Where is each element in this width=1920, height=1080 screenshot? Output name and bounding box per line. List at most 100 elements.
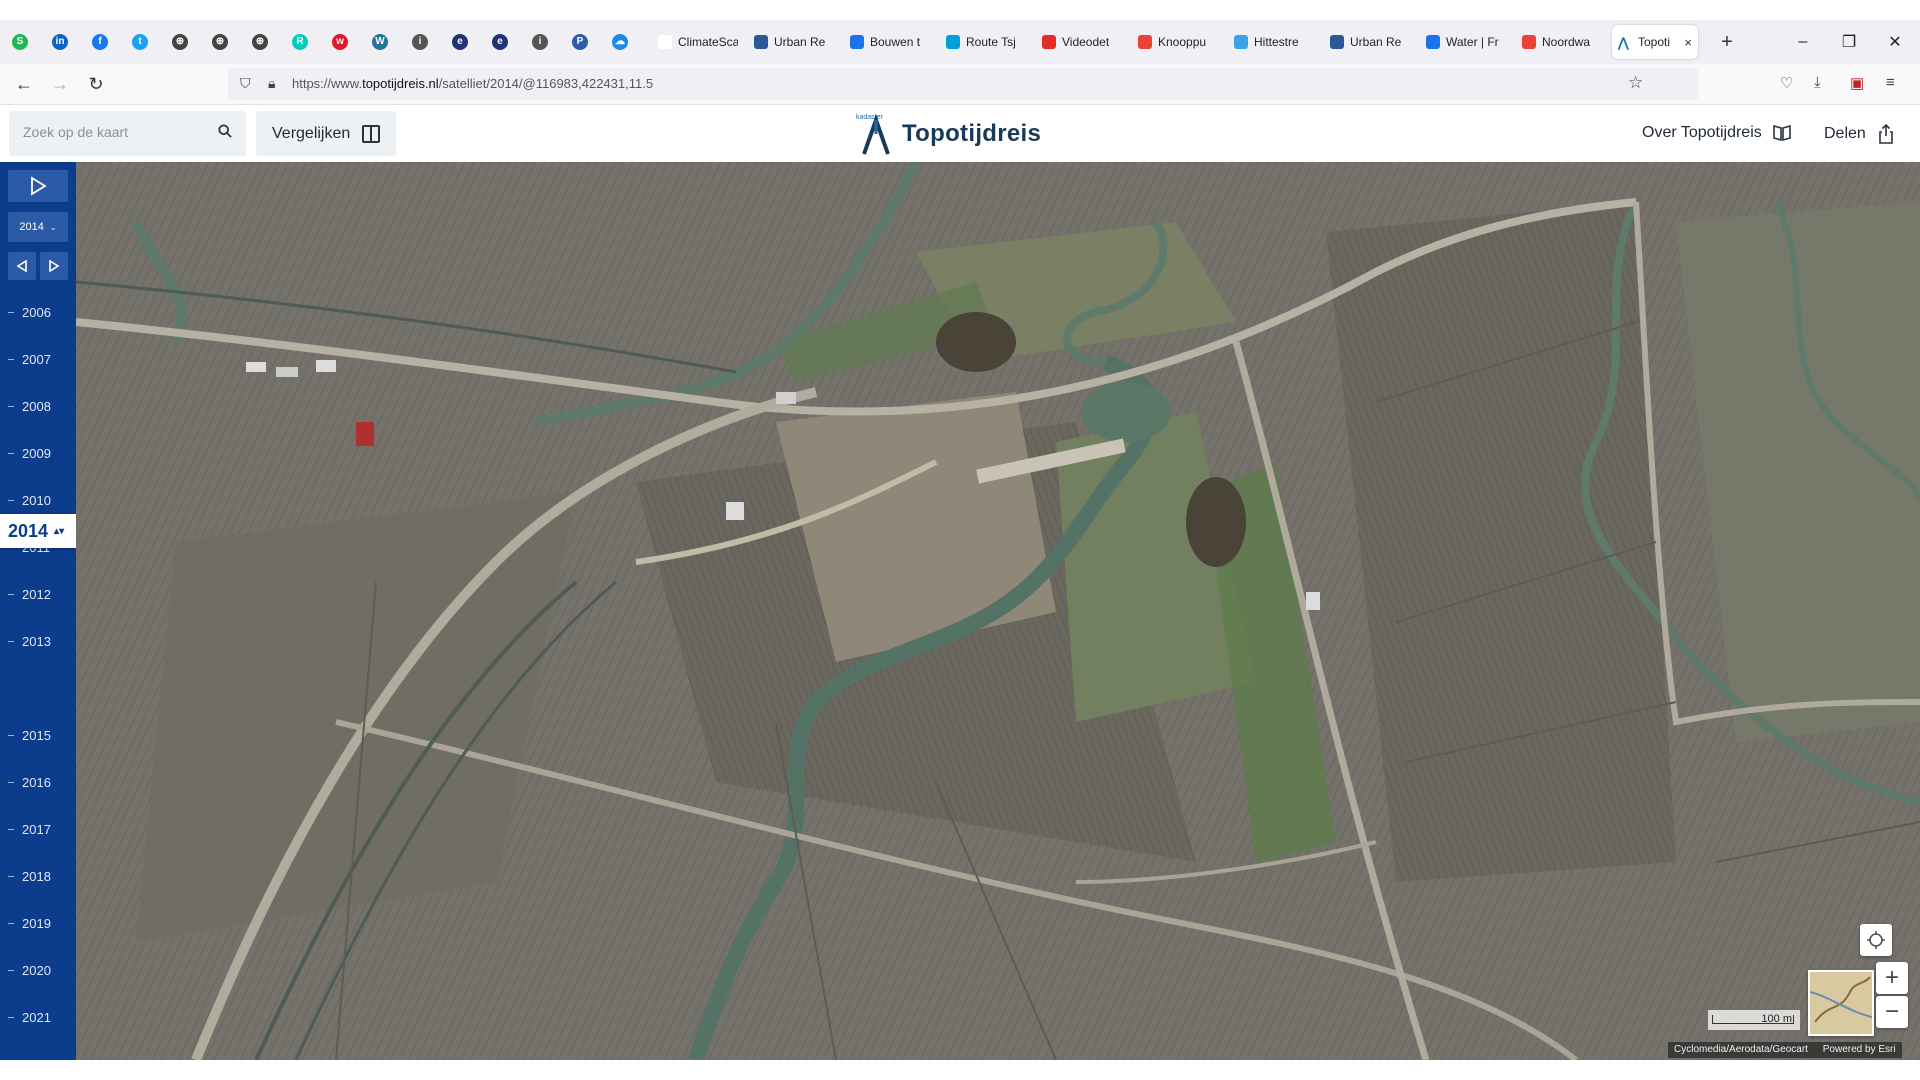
timeline-year-2018[interactable]: 2018 <box>0 866 76 886</box>
pinned-tab-3[interactable]: t <box>120 20 160 64</box>
browser-tab[interactable]: Route Tsj <box>940 25 1032 59</box>
pocket-icon[interactable]: ♡ <box>1780 74 1793 92</box>
year-dropdown-value: 2014 <box>19 221 44 233</box>
tab-label: Hittestre <box>1254 35 1299 49</box>
url-text[interactable]: https://www.topotijdreis.nl/satelliet/20… <box>292 76 653 91</box>
browser-tab[interactable]: Water | Fr <box>1420 25 1512 59</box>
linkedin-icon: in <box>52 34 68 50</box>
tab-topotijdreis-active[interactable]: ⋀ Topoti × <box>1612 25 1698 59</box>
shield-icon[interactable]: ⛉ <box>240 75 251 92</box>
zoom-in-button[interactable]: + <box>1876 962 1908 994</box>
previous-year-button[interactable] <box>8 252 36 280</box>
browser-tab[interactable]: Noordwa <box>1516 25 1608 59</box>
extension-icon[interactable]: ▣ <box>1850 74 1864 92</box>
timeline-year-2016[interactable]: 2016 <box>0 772 76 792</box>
locate-me-button[interactable] <box>1860 924 1892 956</box>
pinned-tab-1[interactable]: in <box>40 20 80 64</box>
pinned-tab-4[interactable]: ⊕ <box>160 20 200 64</box>
browser-tab[interactable]: Bouwen t <box>844 25 936 59</box>
book-icon <box>1772 124 1791 142</box>
browser-tab[interactable]: ClimateScan <box>652 25 744 59</box>
timeline-year-2012[interactable]: 2012 <box>0 584 76 604</box>
about-button[interactable]: Over Topotijdreis <box>1642 124 1792 142</box>
timeline-year-label: 2021 <box>22 1009 51 1025</box>
menu-icon[interactable]: ≡ <box>1886 74 1895 91</box>
globe-icon: ⊕ <box>212 34 228 50</box>
pinned-tab-2[interactable]: f <box>80 20 120 64</box>
bookmark-star-icon[interactable]: ☆ <box>1628 73 1643 93</box>
timeline-year-label: 2020 <box>22 962 51 978</box>
timeline-year-2019[interactable]: 2019 <box>0 913 76 933</box>
timeline-year-2008[interactable]: 2008 <box>0 396 76 416</box>
current-year-indicator[interactable]: 2014 ▴▾ <box>0 514 84 548</box>
p-icon: P <box>572 34 588 50</box>
timeline-year-2020[interactable]: 2020 <box>0 960 76 980</box>
arrow-left-icon <box>16 260 27 272</box>
minimize-window-button[interactable]: – <box>1780 20 1826 64</box>
browser-tab[interactable]: Urban Re <box>748 25 840 59</box>
pinned-tab-12[interactable]: e <box>480 20 520 64</box>
pinned-tab-15[interactable]: ☁ <box>600 20 640 64</box>
reload-icon[interactable]: ↻ <box>82 70 110 98</box>
play-icon <box>31 176 47 196</box>
timeline-tick <box>8 452 14 454</box>
timeline-year-2021[interactable]: 2021 <box>0 1007 76 1027</box>
pinned-tab-6[interactable]: ⊕ <box>240 20 280 64</box>
timeline-year-2006[interactable]: 2006 <box>0 302 76 322</box>
attribution-text[interactable]: Cyclomedia/Aerodata/Geocart <box>1674 1044 1808 1055</box>
twitter-icon: t <box>132 34 148 50</box>
timeline-tick <box>8 969 14 971</box>
tab-favicon-icon <box>658 35 672 49</box>
timeline-year-2017[interactable]: 2017 <box>0 819 76 839</box>
timeline-year-2015[interactable]: 2015 <box>0 725 76 745</box>
spotify-icon: S <box>12 34 28 50</box>
lock-icon[interactable]: 🔒︎ <box>268 75 275 92</box>
screen-bottom-margin <box>0 1060 1920 1080</box>
tab-favicon-icon <box>1042 35 1056 49</box>
powered-by-text[interactable]: Powered by Esri <box>1823 1044 1896 1055</box>
pinned-tab-5[interactable]: ⊕ <box>200 20 240 64</box>
pinned-tab-11[interactable]: e <box>440 20 480 64</box>
back-arrow-icon[interactable]: ← <box>10 70 38 98</box>
download-icon[interactable]: ⤓ <box>1814 74 1821 91</box>
tab-favicon-icon <box>754 35 768 49</box>
timeline-year-2009[interactable]: 2009 <box>0 443 76 463</box>
close-tab-icon[interactable]: × <box>1684 35 1692 50</box>
aerial-imagery[interactable] <box>76 162 1920 1060</box>
browser-tab[interactable]: Knooppu <box>1132 25 1224 59</box>
next-year-button[interactable] <box>40 252 68 280</box>
pinned-tab-13[interactable]: i <box>520 20 560 64</box>
timeline-year-2013[interactable]: 2013 <box>0 631 76 651</box>
timeline-year-label: 2013 <box>22 633 51 649</box>
browser-tab[interactable]: Videodet <box>1036 25 1128 59</box>
timeline-year-label: 2015 <box>22 727 51 743</box>
address-bar[interactable]: ⛉ 🔒︎ https://www.topotijdreis.nl/satelli… <box>228 68 1698 100</box>
basemap-thumbnail[interactable] <box>1808 970 1874 1036</box>
timeline-tick <box>8 311 14 313</box>
compare-button[interactable]: Vergelijken <box>256 111 396 156</box>
zoom-out-button[interactable]: − <box>1876 996 1908 1028</box>
pinned-tab-10[interactable]: i <box>400 20 440 64</box>
pinned-tab-9[interactable]: W <box>360 20 400 64</box>
share-button[interactable]: Delen <box>1824 124 1894 144</box>
timeline-year-label: 2016 <box>22 774 51 790</box>
pinned-tab-14[interactable]: P <box>560 20 600 64</box>
pinned-tab-8[interactable]: w <box>320 20 360 64</box>
satellite-map[interactable]: + − 100 m Cyclomedia/Aerodata/Geocart Po… <box>76 162 1920 1060</box>
restore-window-button[interactable]: ❐ <box>1826 20 1872 64</box>
search-icon[interactable] <box>218 124 232 138</box>
year-dropdown[interactable]: 2014 ⌄ <box>8 212 68 242</box>
timeline-year-2007[interactable]: 2007 <box>0 349 76 369</box>
timeline-year-2010[interactable]: 2010 <box>0 490 76 510</box>
search-input[interactable] <box>21 123 215 141</box>
close-window-button[interactable]: ✕ <box>1872 20 1918 64</box>
pinned-tab-7[interactable]: R <box>280 20 320 64</box>
browser-tab[interactable]: Hittestre <box>1228 25 1320 59</box>
app-icon: e <box>452 34 468 50</box>
pinned-tab-0[interactable]: S <box>0 20 40 64</box>
new-tab-button[interactable]: + <box>1712 31 1742 54</box>
forward-arrow-icon[interactable]: → <box>46 70 74 98</box>
tab-label: ClimateScan <box>678 35 738 49</box>
play-button[interactable] <box>8 170 68 202</box>
browser-tab[interactable]: Urban Re <box>1324 25 1416 59</box>
